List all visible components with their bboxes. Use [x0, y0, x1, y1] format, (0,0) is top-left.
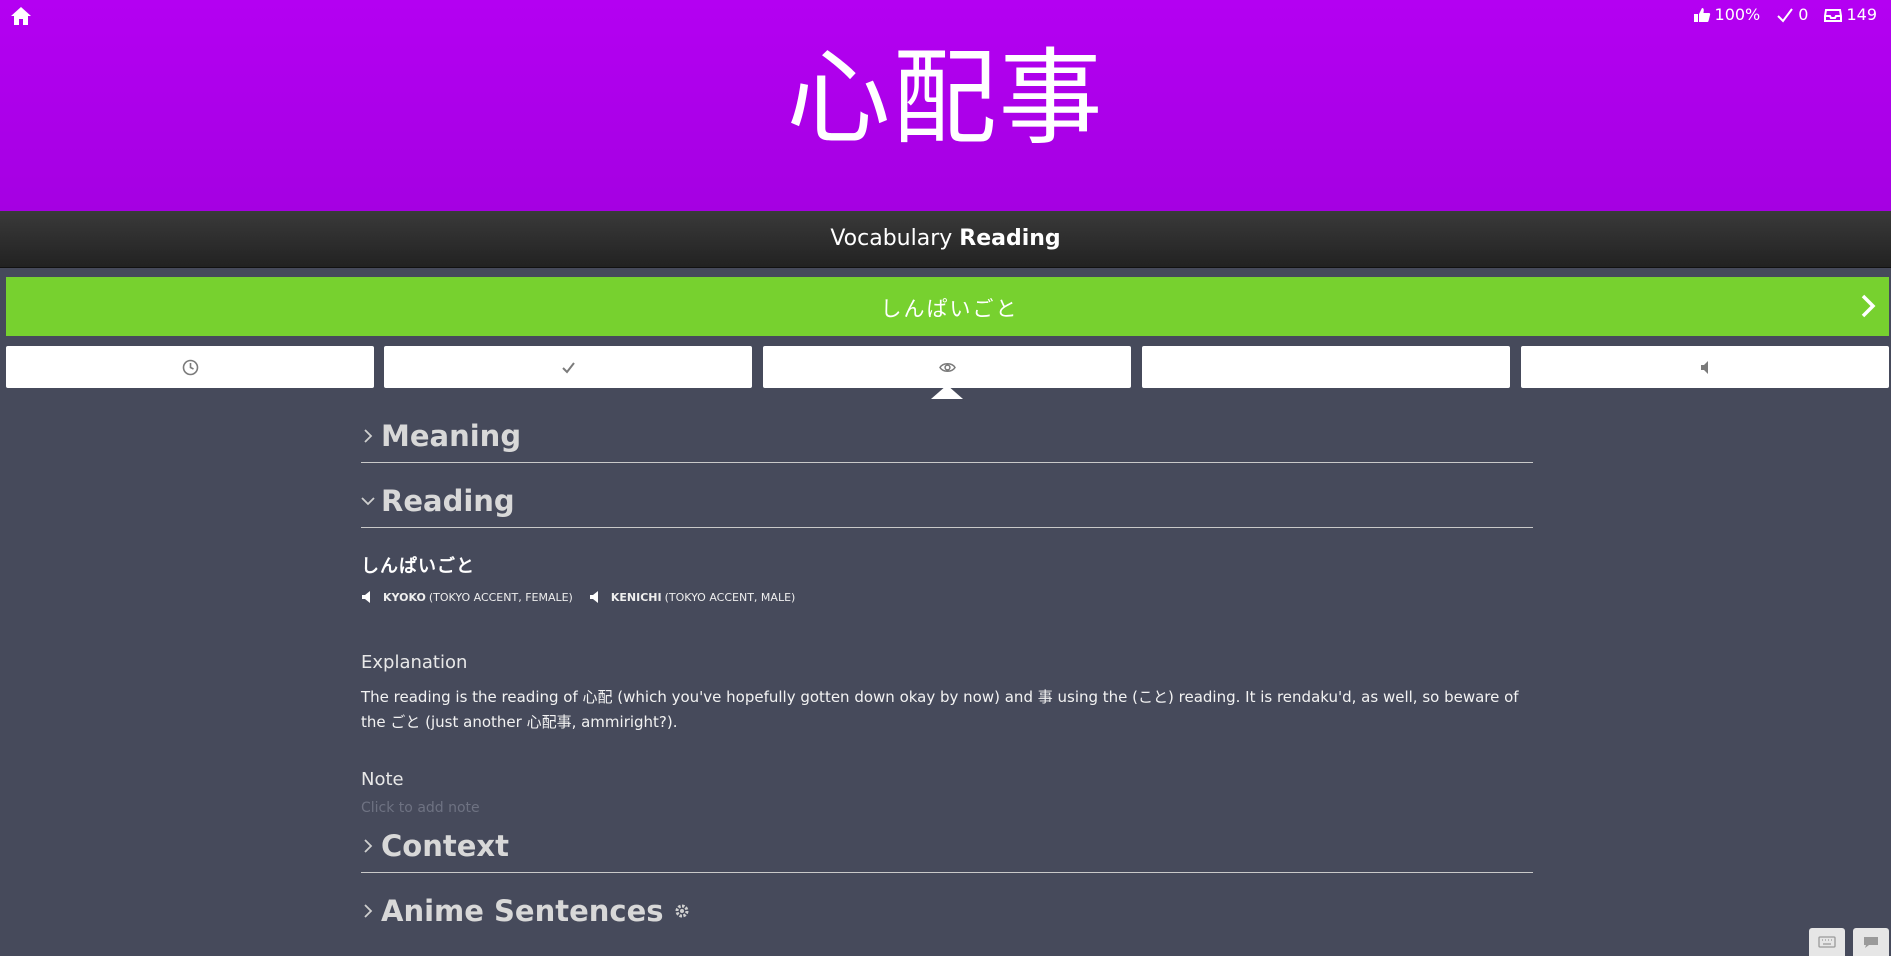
hotkeys-button[interactable]	[1809, 928, 1845, 956]
reading-section-header[interactable]: Reading	[361, 475, 1533, 528]
clock-icon	[182, 359, 198, 375]
anime-sentences-title: Anime Sentences	[381, 894, 664, 928]
check-icon	[1777, 7, 1794, 23]
last-items-button[interactable]	[6, 346, 374, 388]
voice-detail: (TOKYO ACCENT, MALE)	[664, 590, 796, 604]
inbox-icon	[1824, 8, 1843, 22]
voice-detail: (TOKYO ACCENT, FEMALE)	[428, 590, 573, 604]
chevron-right-icon[interactable]	[1859, 293, 1877, 319]
item-info-button[interactable]	[763, 346, 1131, 388]
audio-list: KYOKO (TOKYO ACCENT, FEMALE) KENICHI (TO…	[361, 590, 1533, 604]
note-title: Note	[361, 769, 404, 790]
active-tab-caret	[931, 385, 963, 399]
remaining-stat: 149	[1824, 5, 1877, 24]
additional-content-buttons	[6, 346, 1889, 388]
speaker-icon	[1700, 360, 1708, 374]
answer-input[interactable]	[6, 277, 1891, 338]
chevron-right-icon	[364, 839, 373, 853]
eye-icon	[938, 362, 956, 372]
check-icon	[561, 361, 575, 374]
reading-section-title: Reading	[381, 484, 515, 518]
remaining-value: 149	[1846, 5, 1877, 24]
keyboard-icon	[1818, 936, 1836, 948]
speaker-icon	[589, 591, 598, 603]
context-section-header[interactable]: Context	[361, 820, 1533, 873]
chat-button[interactable]	[1853, 928, 1889, 956]
audio-button[interactable]	[1521, 346, 1889, 388]
anime-sentences-section-header[interactable]: Anime Sentences	[361, 885, 1533, 937]
explanation-text: The reading is the reading of 心配 (which …	[361, 688, 1519, 731]
item-info: Meaning Reading しんぱいごと KYOKO (TOKYO ACCE…	[361, 410, 1533, 937]
meaning-section-title: Meaning	[381, 419, 522, 453]
speaker-icon	[362, 591, 370, 603]
voice-name: KENICHI	[610, 590, 662, 604]
thumbs-up-icon	[1693, 7, 1710, 22]
audio-kenichi[interactable]: KENICHI (TOKYO ACCENT, MALE)	[589, 590, 795, 604]
percent-stat: 100%	[1693, 5, 1761, 24]
chat-bubble-icon	[1864, 937, 1878, 948]
correct-value: 0	[1798, 5, 1809, 24]
question-type-bar: Vocabulary Reading	[0, 211, 1891, 268]
chevron-right-icon	[364, 904, 373, 918]
voice-name: KYOKO	[383, 590, 426, 604]
percent-value: 100%	[1714, 5, 1761, 24]
reading-kana: しんぱいごと	[361, 556, 475, 577]
question-category: Vocabulary	[830, 226, 953, 251]
context-section-title: Context	[381, 829, 509, 863]
stats-bar: 100% 0 149	[1693, 5, 1877, 24]
add-note-field[interactable]: Click to add note	[361, 800, 1533, 816]
gear-icon[interactable]	[674, 903, 690, 919]
correct-stat: 0	[1776, 5, 1808, 24]
character-header: 100% 0 149 心配事	[0, 0, 1891, 211]
blank-button[interactable]	[1142, 346, 1510, 388]
chevron-right-icon	[364, 429, 373, 443]
audio-kyoko[interactable]: KYOKO (TOKYO ACCENT, FEMALE)	[361, 590, 573, 604]
answer-form	[6, 277, 1891, 338]
home-icon[interactable]	[10, 6, 32, 26]
review-character: 心配事	[786, 37, 1105, 159]
explanation-title: Explanation	[361, 652, 468, 673]
meaning-section-header[interactable]: Meaning	[361, 410, 1533, 463]
chevron-down-icon	[361, 497, 375, 506]
question-type: Reading	[959, 226, 1061, 251]
wrap-up-button[interactable]	[384, 346, 752, 388]
